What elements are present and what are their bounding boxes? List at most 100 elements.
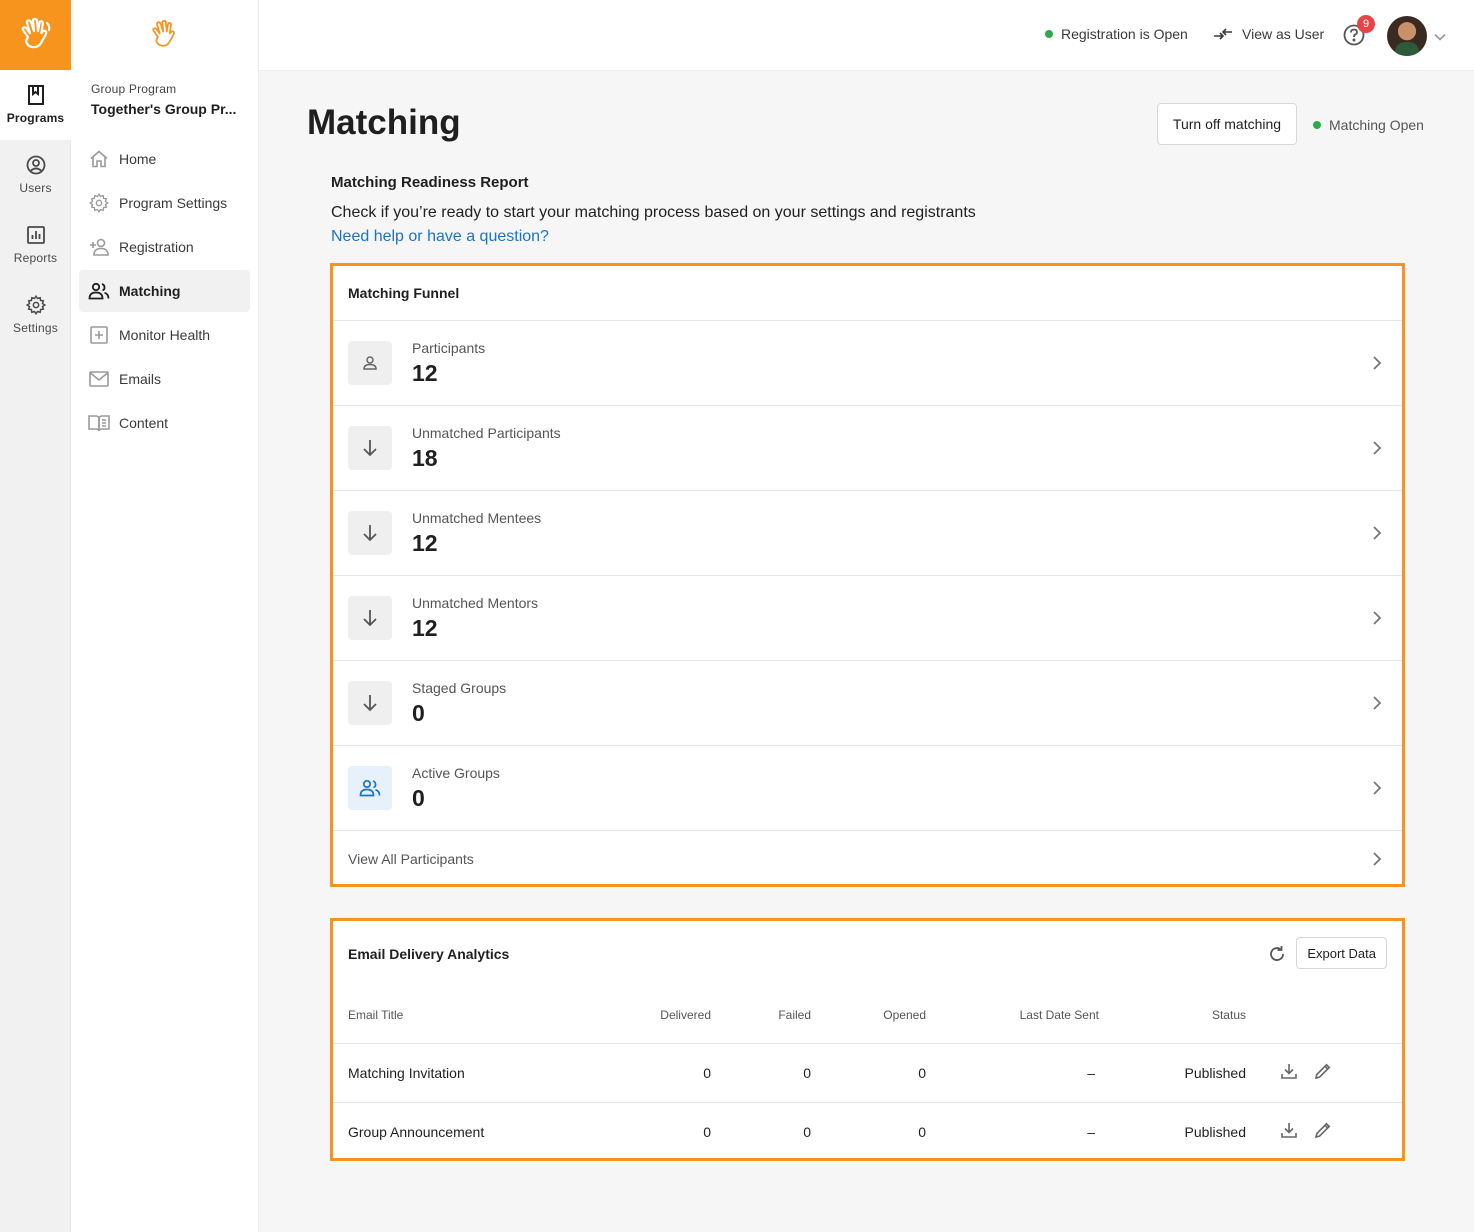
gear-icon [89,193,109,213]
help-button[interactable]: 9 [1343,15,1375,51]
plus-square-icon [90,326,108,344]
funnel-icon-box [348,511,392,555]
hand-wave-icon [151,20,175,47]
mail-icon [89,371,109,387]
funnel-value: 18 [412,444,438,471]
report-title: Matching Readiness Report [331,174,529,191]
top-bar: Registration is Open View as User 9 [259,0,1474,71]
funnel-row-staged-groups[interactable]: Staged Groups 0 [333,661,1402,746]
rail-reports[interactable]: Reports [0,210,71,280]
arrow-down-icon [363,695,377,712]
delivered-cell: 0 [583,1043,711,1103]
status-cell: Published [1099,1043,1246,1103]
funnel-value: 0 [412,784,425,811]
funnel-icon-box [348,426,392,470]
chevron-right-icon [1373,526,1382,540]
gear-icon [25,295,46,315]
funnel-label: Unmatched Mentors [412,594,539,611]
funnel-title: Matching Funnel [333,266,1402,321]
funnel-label: Unmatched Participants [412,424,561,441]
download-button[interactable] [1280,1062,1298,1083]
program-nav: Home Program Settings Registration Match… [71,138,258,444]
user-circle-icon [26,155,45,175]
failed-cell: 0 [711,1043,811,1103]
pencil-icon [1314,1122,1331,1139]
export-data-button[interactable]: Export Data [1296,937,1387,969]
nav-item-emails[interactable]: Emails [79,358,250,400]
account-menu-toggle[interactable] [1433,29,1447,47]
nav-item-registration[interactable]: Registration [79,226,250,268]
registration-status-label: Registration is Open [1061,26,1188,42]
email-analytics-card: Email Delivery Analytics Export Data Ema… [330,918,1405,1161]
page-title: Matching [307,103,461,142]
chevron-right-icon [1373,356,1382,370]
row-actions [1246,1102,1402,1161]
email-analytics-title: Email Delivery Analytics [348,946,510,962]
matching-funnel-card: Matching Funnel Participants 12 Unmatche… [330,263,1405,887]
column-header-actions [1246,987,1402,1044]
funnel-row-participants[interactable]: Participants 12 [333,321,1402,406]
funnel-icon-box [348,596,392,640]
rail-settings[interactable]: Settings [0,280,71,350]
funnel-row-unmatched-mentees[interactable]: Unmatched Mentees 12 [333,491,1402,576]
chevron-right-icon [1373,851,1382,866]
nav-item-label: Home [119,151,157,167]
rail-users-label: Users [19,181,52,195]
funnel-label: Active Groups [412,764,500,781]
funnel-row-unmatched-mentors[interactable]: Unmatched Mentors 12 [333,576,1402,661]
funnel-row-unmatched-participants[interactable]: Unmatched Participants 18 [333,406,1402,491]
funnel-value: 12 [412,359,438,386]
book-icon [88,415,110,432]
delivered-cell: 0 [703,1123,711,1140]
status-dot [1045,30,1053,38]
funnel-value: 0 [412,699,425,726]
bar-chart-icon [26,226,45,244]
rail-programs[interactable]: Programs [0,70,71,140]
people-icon [88,282,110,300]
refresh-button[interactable] [1268,945,1286,966]
nav-item-matching[interactable]: Matching [79,270,250,312]
nav-item-home[interactable]: Home [79,138,250,180]
view-all-participants-link[interactable]: View All Participants [333,831,1402,886]
status-cell: Published [1184,1123,1247,1140]
program-type: Group Program [91,82,177,96]
last-sent-cell: – [926,1043,1099,1103]
nav-item-label: Program Settings [119,195,228,211]
registration-status: Registration is Open [1045,26,1188,42]
rail-users[interactable]: Users [0,140,71,210]
nav-item-program-settings[interactable]: Program Settings [79,182,250,224]
hand-wave-icon [21,17,50,49]
nav-item-monitor-health[interactable]: Monitor Health [79,314,250,356]
column-header: Delivered [583,987,711,1044]
rail-reports-label: Reports [13,251,58,265]
email-title-cell: Group Announcement [348,1123,485,1140]
avatar[interactable] [1387,16,1427,56]
column-header: Opened [811,987,926,1044]
chevron-right-icon [1373,441,1382,455]
program-name: Together's Group Pr... [91,101,237,117]
edit-button[interactable] [1314,1062,1332,1083]
status-dot [1313,121,1321,129]
app-logo[interactable] [0,0,71,70]
funnel-row-active-groups[interactable]: Active Groups 0 [333,746,1402,831]
download-button[interactable] [1280,1121,1298,1142]
turn-off-matching-button[interactable]: Turn off matching [1157,103,1297,145]
nav-item-label: Registration [119,239,194,255]
matching-status-label: Matching Open [1329,117,1424,133]
funnel-label: Unmatched Mentees [412,509,542,526]
column-header: Last Date Sent [926,987,1099,1044]
help-link[interactable]: Need help or have a question? [331,228,549,246]
email-title-cell: Matching Invitation [333,1043,583,1103]
people-icon [359,779,381,797]
funnel-icon-box [348,681,392,725]
email-analytics-header: Email Delivery Analytics Export Data [333,921,1402,987]
person-icon [363,356,377,370]
funnel-label: Participants [412,339,486,356]
edit-button[interactable] [1314,1121,1332,1142]
arrow-down-icon [363,610,377,627]
opened-cell: 0 [811,1043,926,1103]
view-as-user-button[interactable]: View as User [1213,26,1324,42]
nav-item-content[interactable]: Content [79,402,250,444]
email-table: Email Title Delivered Failed Opened Last… [333,987,1402,1161]
add-user-icon [90,238,109,256]
